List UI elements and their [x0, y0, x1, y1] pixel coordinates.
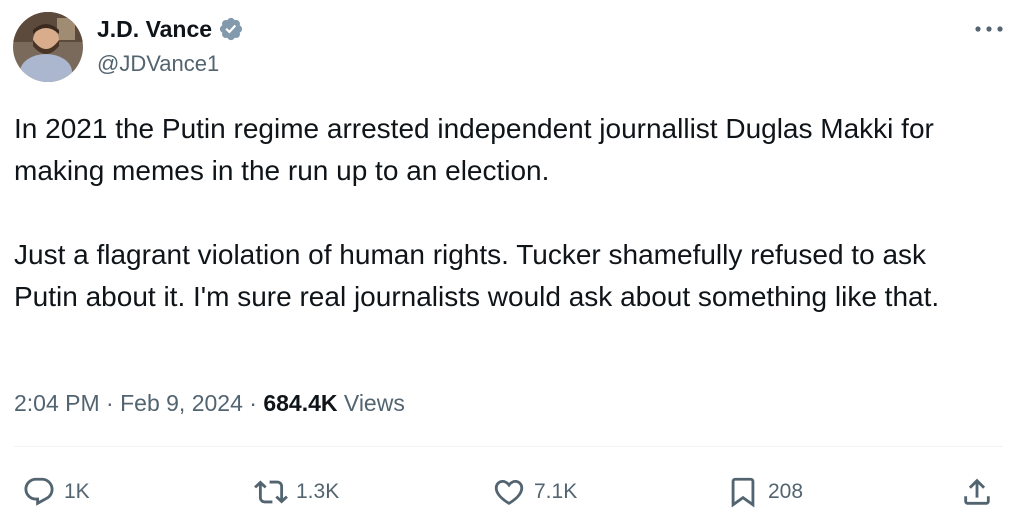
- author-name-row: J.D. Vance: [97, 14, 244, 44]
- like-count: 7.1K: [534, 480, 578, 503]
- repost-button[interactable]: 1.3K: [254, 470, 339, 514]
- heart-icon: [494, 479, 524, 505]
- more-horizontal-icon: [975, 26, 1003, 32]
- bookmark-icon: [731, 477, 755, 508]
- repost-count: 1.3K: [296, 480, 340, 503]
- avatar[interactable]: [13, 12, 83, 82]
- tweet-date[interactable]: Feb 9, 2024: [120, 390, 243, 416]
- author-name[interactable]: J.D. Vance: [97, 14, 212, 44]
- like-button[interactable]: 7.1K: [492, 470, 577, 514]
- reply-icon: [24, 477, 54, 506]
- verified-badge-icon[interactable]: [218, 16, 244, 42]
- meta-separator: ·: [106, 390, 114, 416]
- share-button[interactable]: [960, 470, 994, 514]
- tweet-paragraph: Just a flagrant violation of human right…: [14, 239, 940, 312]
- tweet-time[interactable]: 2:04 PM: [14, 390, 100, 416]
- bookmark-button[interactable]: 208: [726, 470, 803, 514]
- repost-icon: [254, 480, 288, 504]
- tweet-paragraph: In 2021 the Putin regime arrested indepe…: [14, 113, 934, 186]
- divider: [14, 446, 1003, 447]
- avatar-image: [13, 12, 83, 82]
- reply-count: 1K: [64, 480, 90, 503]
- author-handle[interactable]: @JDVance1: [97, 50, 219, 78]
- meta-separator: ·: [249, 390, 257, 416]
- reply-button[interactable]: 1K: [22, 470, 90, 514]
- tweet-text: In 2021 the Putin regime arrested indepe…: [14, 108, 994, 318]
- tweet-metadata: 2:04 PM · Feb 9, 2024 · 684.4K Views: [14, 386, 405, 420]
- bookmark-count: 208: [768, 480, 804, 503]
- share-icon: [964, 478, 990, 505]
- views-label: Views: [343, 390, 405, 416]
- views-count[interactable]: 684.4K: [263, 390, 337, 416]
- more-options-button[interactable]: [972, 18, 1006, 40]
- action-bar: 1K 1.3K 7.1K 208: [0, 470, 1015, 514]
